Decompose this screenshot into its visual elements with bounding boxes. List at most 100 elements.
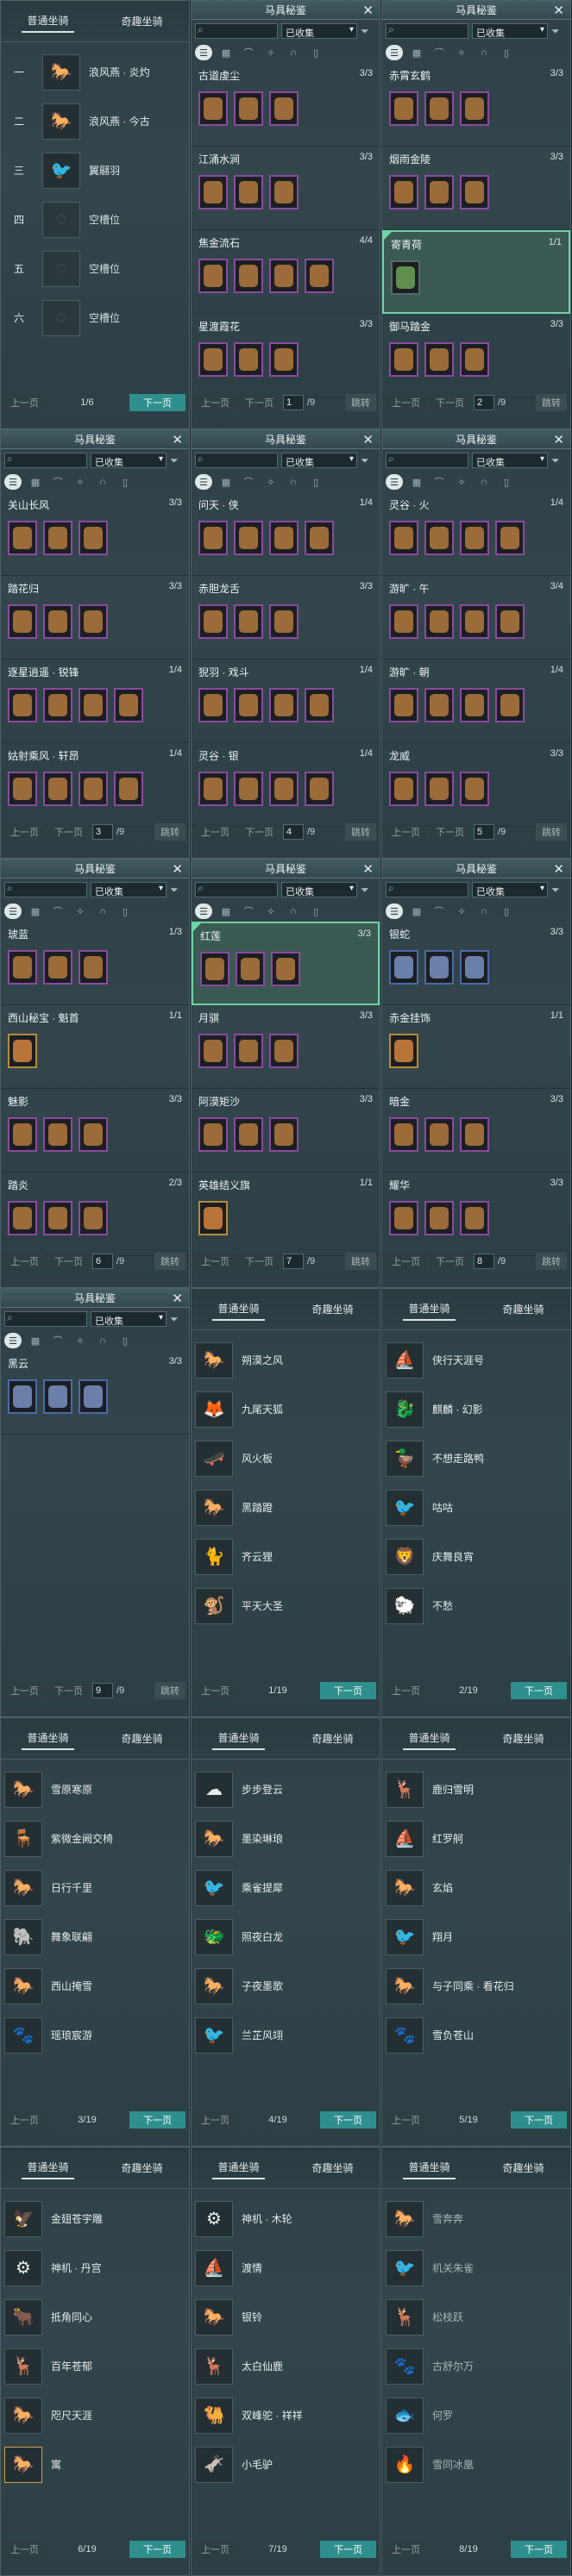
prev-page-button[interactable]: 上一页 [195, 1682, 236, 1699]
prev-page-button[interactable]: 上一页 [4, 1682, 45, 1699]
collect-filter-dropdown[interactable]: 已收集 ▾ [91, 1311, 167, 1327]
set-card[interactable]: 御马踏金 3/3 [382, 314, 570, 397]
saddle-icon[interactable]: ⌒ [240, 474, 257, 490]
mount-row[interactable]: 一 🐎 浪风燕 · 炎灼 [1, 47, 189, 97]
mount-row[interactable]: ⚙ 神机 · 丹宫 [1, 2243, 189, 2292]
mount-row[interactable]: 🐎 与子同乘 · 看花归 [382, 1961, 570, 2010]
set-card[interactable]: 黑云 3/3 [1, 1351, 189, 1435]
gear-slot[interactable] [198, 521, 228, 555]
mount-row[interactable]: ⚙ 神机 · 木轮 [192, 2194, 380, 2243]
prev-page-button[interactable]: 上一页 [386, 394, 426, 411]
gear-slot[interactable] [79, 950, 108, 985]
set-card[interactable]: 烟雨金陵 3/3 [382, 147, 570, 230]
gear-slot[interactable] [198, 342, 228, 377]
wing-icon[interactable]: ✧ [72, 903, 89, 919]
mount-row[interactable]: 🐂 抵角同心 [1, 2292, 189, 2342]
wing-icon[interactable]: ✧ [262, 474, 280, 490]
tab-fun-mounts[interactable]: 奇趣坐骑 [306, 2157, 358, 2179]
shield-icon[interactable]: ▯ [116, 474, 134, 490]
close-icon[interactable]: ✕ [553, 861, 564, 877]
page-input[interactable]: 9 [92, 1683, 113, 1698]
search-input[interactable]: ⌕ [386, 882, 468, 897]
tab-normal-mounts[interactable]: 普通坐骑 [403, 1297, 456, 1321]
search-input[interactable]: ⌕ [386, 23, 468, 39]
gear-slot[interactable] [43, 521, 72, 555]
next-page-button[interactable]: 下一页 [511, 2541, 567, 2558]
next-page-button[interactable]: 下一页 [430, 394, 470, 411]
gear-slot[interactable] [424, 342, 454, 377]
mount-row[interactable]: 🪑 紫微金阙交椅 [1, 1814, 189, 1863]
gear-slot[interactable] [460, 521, 489, 555]
mount-row[interactable]: 🐾 古舒尔万 [382, 2342, 570, 2391]
gear-slot[interactable] [79, 772, 108, 806]
mount-row[interactable]: 🐎 寓 [1, 2440, 189, 2489]
gear-slot[interactable] [200, 952, 229, 986]
funnel-icon[interactable]: ⏷ [551, 884, 560, 897]
next-page-button[interactable]: 下一页 [320, 2541, 376, 2558]
gear-slot[interactable] [389, 688, 418, 722]
horseshoe-icon[interactable]: ∩ [475, 474, 493, 490]
prev-page-button[interactable]: 上一页 [386, 2111, 426, 2129]
gear-slot[interactable] [269, 91, 299, 126]
gear-slot[interactable] [8, 1034, 37, 1068]
shield-icon[interactable]: ▯ [307, 903, 324, 919]
set-card[interactable]: 踏炎 2/3 [1, 1172, 189, 1256]
gear-slot[interactable] [389, 521, 418, 555]
mount-row[interactable]: 二 🐎 浪风燕 · 今古 [1, 97, 189, 146]
prev-page-button[interactable]: 上一页 [195, 2541, 236, 2558]
next-page-button[interactable]: 下一页 [320, 2111, 376, 2129]
mount-row[interactable]: 🐎 子夜墨歌 [192, 1961, 380, 2010]
shield-icon[interactable]: ▯ [498, 903, 515, 919]
gear-slot[interactable] [269, 259, 299, 293]
gear-slot[interactable] [234, 521, 263, 555]
saddle-icon[interactable]: ⌒ [431, 903, 448, 919]
gear-slot[interactable] [495, 688, 525, 722]
gear-slot[interactable] [79, 1379, 108, 1414]
gear-slot[interactable] [424, 1117, 454, 1152]
mount-row[interactable]: 🫏 小毛驴 [192, 2440, 380, 2489]
wing-icon[interactable]: ✧ [453, 903, 470, 919]
gear-slot[interactable] [389, 175, 418, 209]
set-card[interactable]: 赤霄玄鹤 3/3 [382, 63, 570, 147]
gear-slot[interactable] [79, 688, 108, 722]
gear-slot[interactable] [198, 1201, 228, 1235]
gear-slot[interactable] [460, 688, 489, 722]
page-input[interactable]: 6 [92, 1254, 113, 1269]
gear-slot[interactable] [79, 1117, 108, 1152]
grid-icon[interactable]: ▦ [217, 45, 235, 60]
gear-slot[interactable] [114, 772, 143, 806]
gear-slot[interactable] [269, 1117, 299, 1152]
page-input[interactable]: 5 [474, 824, 494, 840]
funnel-icon[interactable]: ⏷ [551, 25, 560, 38]
gear-slot[interactable] [8, 1201, 37, 1235]
gear-slot[interactable] [389, 1117, 418, 1152]
next-page-button[interactable]: 下一页 [48, 1682, 89, 1699]
next-page-button[interactable]: 下一页 [239, 823, 280, 841]
mount-row[interactable]: 🐎 玄焰 [382, 1863, 570, 1912]
set-card[interactable]: 猊羽 · 戏斗 1/4 [192, 660, 380, 743]
mount-row[interactable]: 🐉 麒麟 · 幻影 [382, 1385, 570, 1434]
gear-slot[interactable] [460, 604, 489, 639]
gear-slot[interactable] [234, 772, 263, 806]
gear-slot[interactable] [495, 604, 525, 639]
tab-fun-mounts[interactable]: 奇趣坐骑 [497, 1728, 549, 1749]
prev-page-button[interactable]: 上一页 [195, 394, 236, 411]
gear-slot[interactable] [43, 950, 72, 985]
gear-slot[interactable] [8, 1379, 37, 1414]
funnel-icon[interactable]: ⏷ [551, 454, 560, 467]
mount-row[interactable]: 🐟 何罗 [382, 2391, 570, 2440]
funnel-icon[interactable]: ⏷ [170, 454, 179, 467]
gear-slot[interactable] [269, 772, 299, 806]
wing-icon[interactable]: ✧ [453, 474, 470, 490]
set-card[interactable]: 踏花归 3/3 [1, 576, 189, 660]
jump-button[interactable]: 跳转 [154, 1682, 185, 1699]
gear-slot[interactable] [269, 604, 299, 639]
prev-page-button[interactable]: 上一页 [195, 823, 236, 841]
gear-slot[interactable] [234, 175, 263, 209]
close-icon[interactable]: ✕ [362, 432, 374, 447]
saddle-icon[interactable]: ⌒ [49, 474, 66, 490]
next-page-button[interactable]: 下一页 [48, 1253, 89, 1270]
set-card[interactable]: 赤胆龙舌 3/3 [192, 576, 380, 660]
grid-icon[interactable]: ▦ [27, 903, 44, 919]
tab-fun-mounts[interactable]: 奇趣坐骑 [116, 10, 167, 32]
